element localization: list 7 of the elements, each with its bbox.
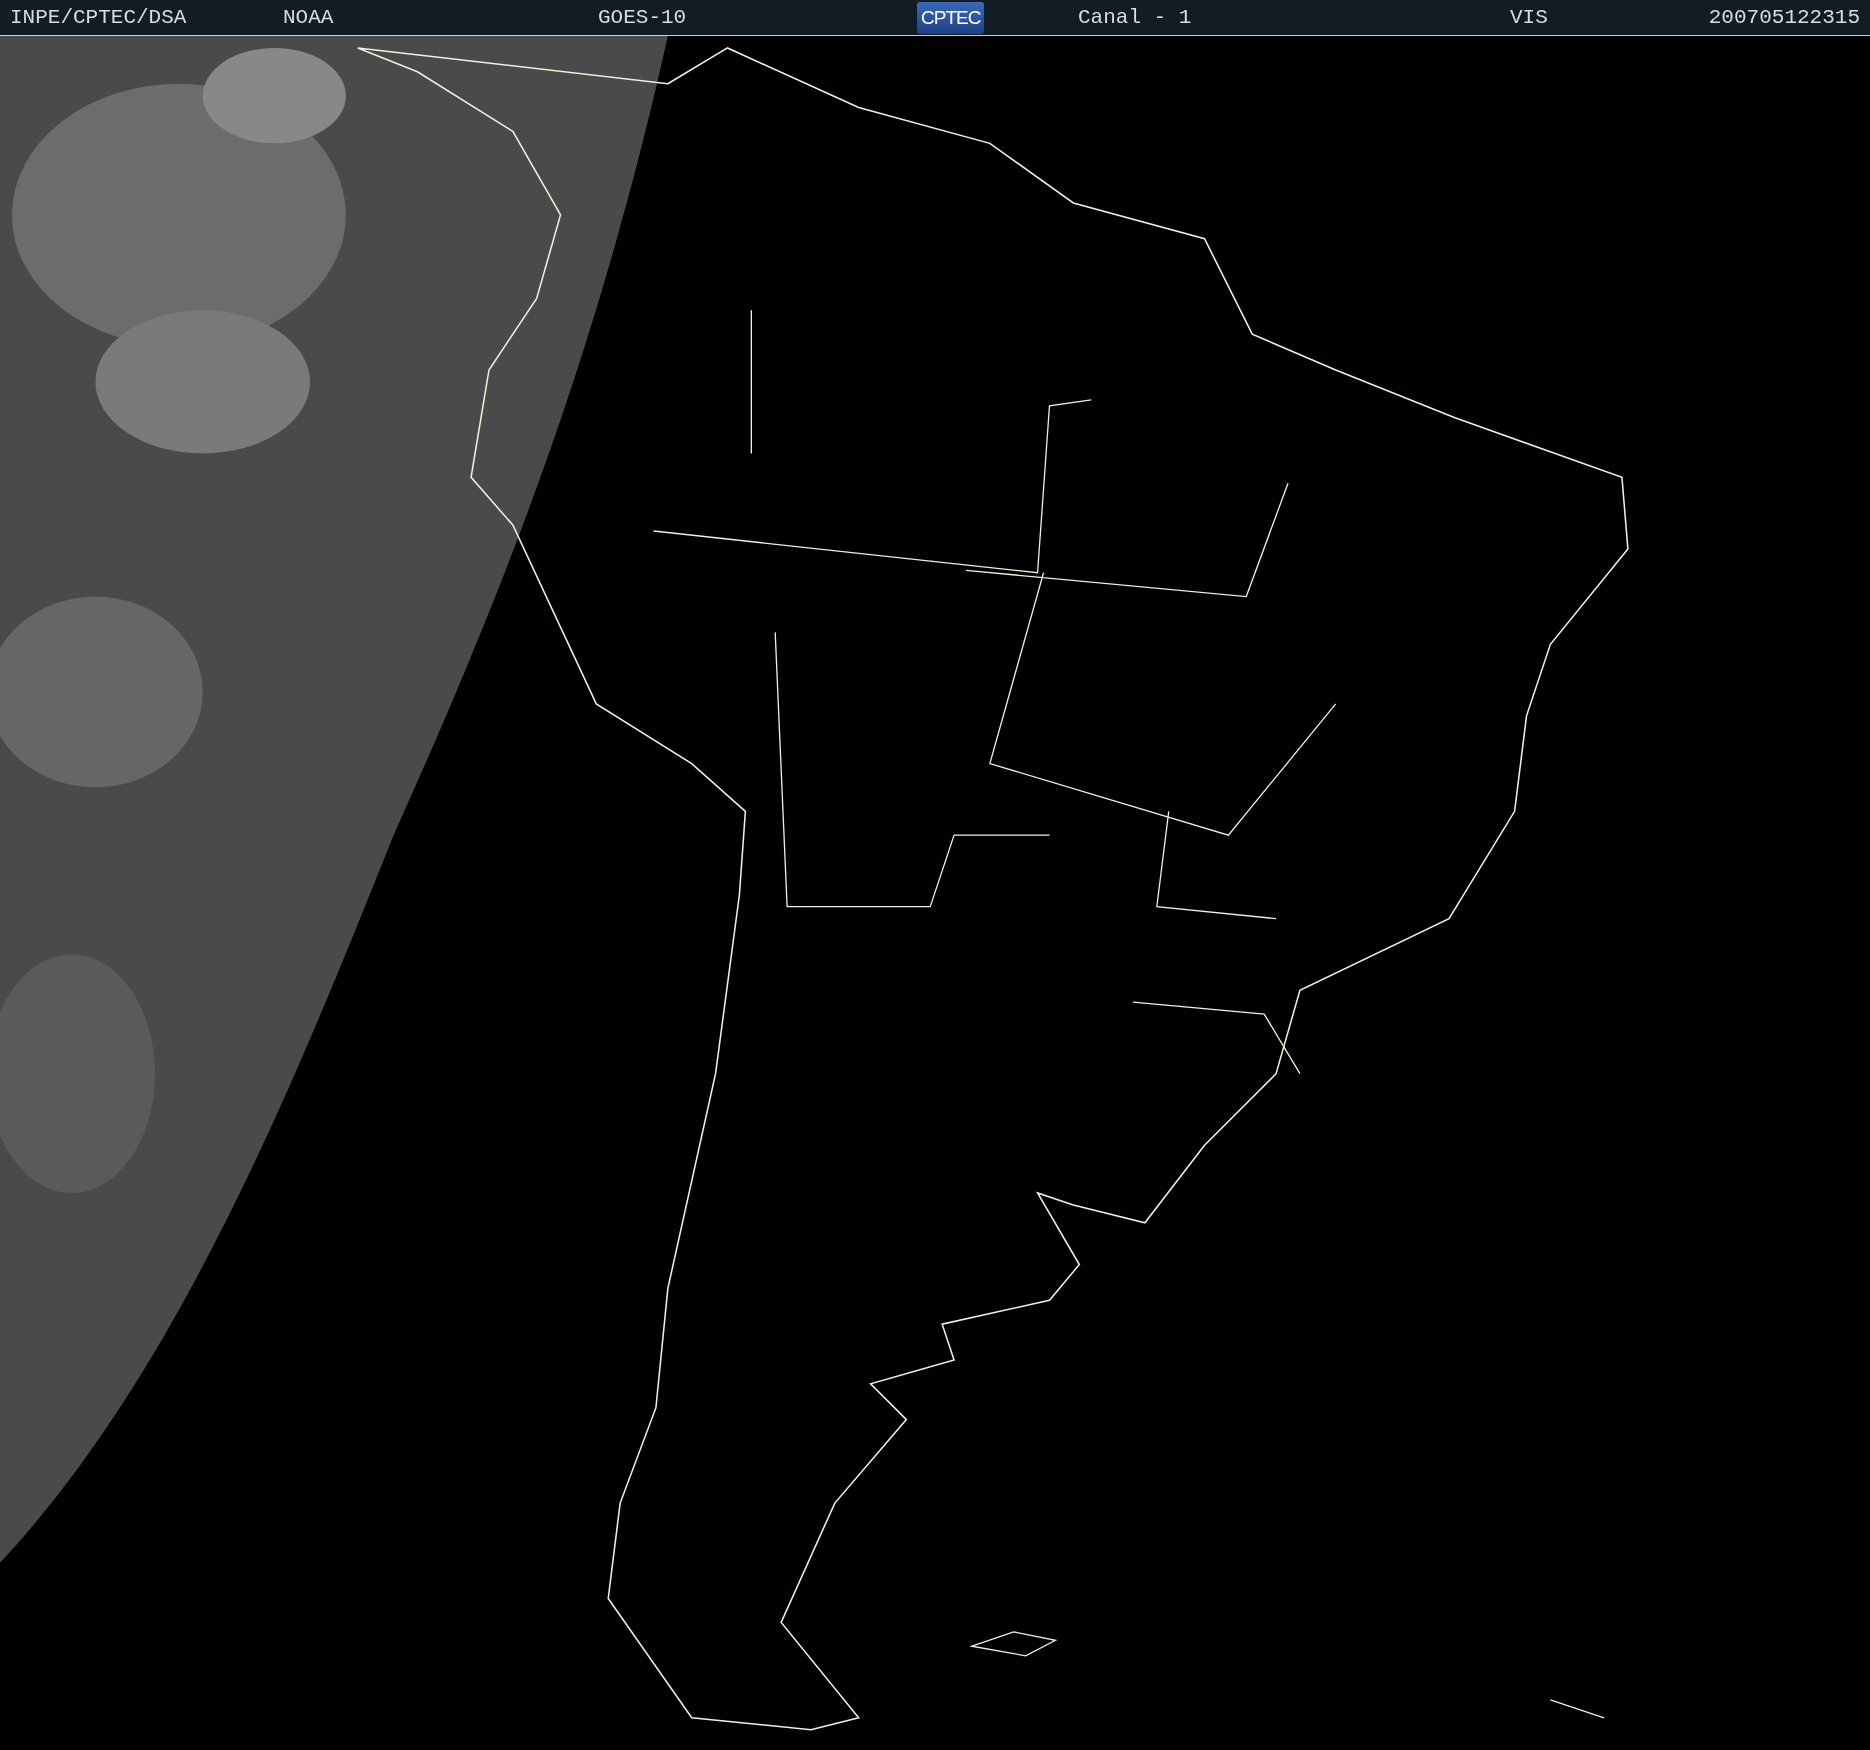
logo: CPTEC [917, 1, 985, 34]
timestamp-label: 200705122315 [1708, 6, 1860, 29]
satellite-label: GOES-10 [598, 6, 687, 29]
channel-label: Canal - 1 [1078, 6, 1192, 29]
agency-label: NOAA [283, 6, 334, 29]
band-label: VIS [1510, 6, 1548, 29]
source-label: INPE/CPTEC/DSA [10, 6, 187, 29]
